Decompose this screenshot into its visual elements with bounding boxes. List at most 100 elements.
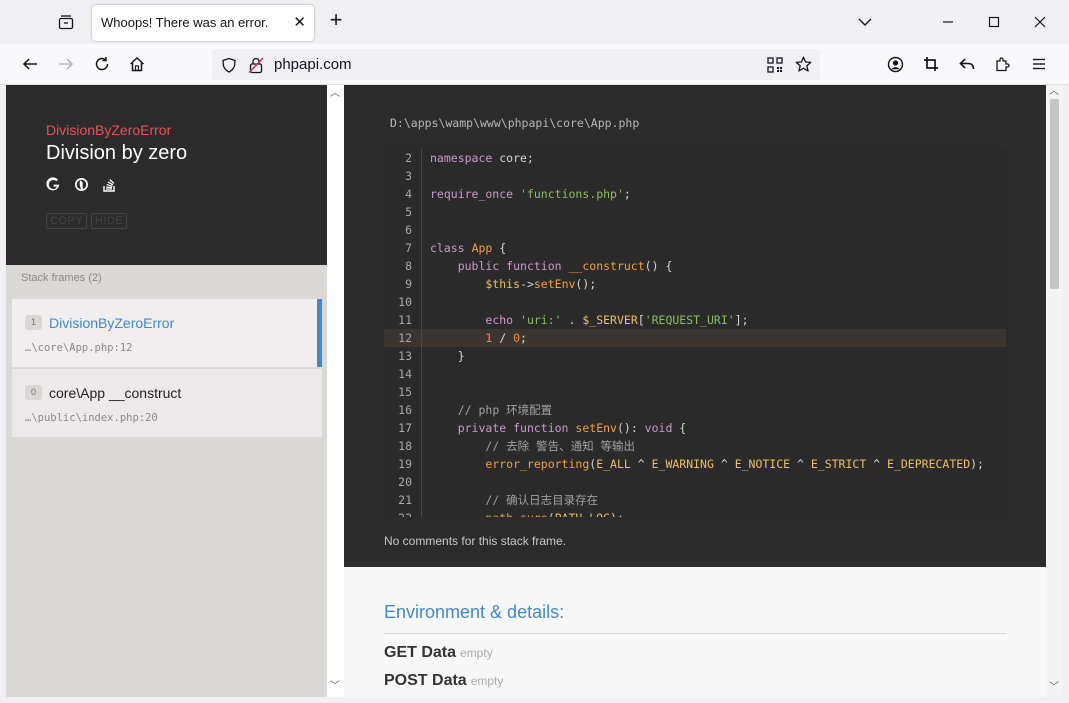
code-line: 21 // 确认日志目录存在 — [398, 491, 599, 509]
code-panel: D:\apps\wamp\www\phpapi\core\App.php 2 na… — [344, 85, 1046, 567]
frame-class: DivisionByZeroError — [49, 315, 175, 331]
forward-button[interactable] — [51, 50, 81, 78]
code-line: 2 namespace core; — [405, 149, 534, 167]
scroll-up-icon[interactable]: ︿ — [1046, 85, 1062, 99]
chevron-down-icon — [858, 18, 872, 26]
frame-index: 0 — [25, 385, 42, 400]
shield-icon — [222, 57, 236, 73]
code-line: 16 // php 环境配置 — [398, 401, 553, 419]
url-text: phpapi.com — [274, 56, 352, 73]
crop-icon — [924, 57, 938, 71]
sidebar-scrollbar[interactable]: ︿ ﹀ — [327, 85, 343, 697]
code-line: 8 public function __construct() { — [405, 257, 673, 275]
bookmark-star-icon[interactable] — [795, 56, 812, 73]
divider — [384, 633, 1006, 634]
tab-overflow-button[interactable] — [849, 8, 881, 36]
nav-toolbar: phpapi.com — [0, 44, 1069, 85]
list-all-tabs-button[interactable] — [52, 8, 80, 36]
code-line: 18 // 去除 警告、通知 等输出 — [398, 437, 636, 455]
exception-header: DivisionByZeroError Division by zero COP… — [6, 85, 327, 265]
scrollbar-thumb[interactable] — [1050, 99, 1059, 289]
code-line: 14 — [384, 365, 1006, 383]
frame-location: …\public\index.php:20 — [25, 412, 158, 424]
close-tab-icon[interactable]: ✕ — [293, 14, 306, 32]
frame-class: core\App __construct — [49, 385, 182, 401]
code-line: 6 — [384, 221, 1006, 239]
stack-frame-1[interactable]: 1 DivisionByZeroError …\core\App.php:12 — [12, 299, 322, 367]
arrow-right-icon — [59, 58, 74, 70]
google-search-icon[interactable] — [46, 177, 61, 192]
qr-code-icon[interactable] — [767, 57, 783, 73]
search-links — [46, 177, 117, 192]
post-data-section: POST Data empty — [384, 672, 504, 689]
frame-location: …\core\App.php:12 — [25, 342, 133, 354]
reload-icon — [95, 57, 109, 71]
tabs-icon — [58, 15, 74, 30]
code-line: 7 class App { — [405, 239, 507, 257]
empty-label: empty — [470, 674, 504, 688]
code-line: 4 require_once 'functions.php'; — [405, 185, 631, 203]
code-line: 13 } — [398, 347, 465, 365]
minimize-icon — [943, 21, 953, 23]
browser-window: Whoops! There was an error. ✕ + phpapi.c… — [0, 0, 1069, 703]
code-line: 20 — [384, 473, 1006, 491]
code-line: 3 — [384, 167, 1006, 185]
empty-label: empty — [460, 646, 493, 660]
close-icon — [1034, 16, 1046, 28]
hide-button[interactable]: HIDE — [91, 213, 128, 229]
reload-button[interactable] — [87, 50, 117, 78]
tab-active[interactable]: Whoops! There was an error. ✕ — [92, 5, 314, 41]
home-button[interactable] — [122, 50, 152, 78]
code-line: 11 echo 'uri:' . $_SERVER['REQUEST_URI']… — [398, 311, 749, 329]
code-line: 9 $this->setEnv(); — [405, 275, 597, 293]
reply-arrow-icon — [959, 58, 975, 70]
copy-button[interactable]: COPY — [46, 213, 88, 229]
duckduckgo-search-icon[interactable] — [74, 177, 89, 192]
new-tab-button[interactable]: + — [325, 9, 347, 33]
tab-title: Whoops! There was an error. — [101, 15, 269, 30]
arrow-left-icon — [22, 58, 37, 70]
app-menu-button[interactable] — [1024, 50, 1054, 78]
extensions-button[interactable] — [988, 50, 1018, 78]
stackoverflow-search-icon[interactable] — [102, 177, 117, 192]
page-scrollbar[interactable]: ︿ ﹀ — [1046, 85, 1063, 697]
code-view: 2 namespace core; 3 4 require_once 'functi… — [384, 149, 1006, 517]
puzzle-icon — [996, 57, 1010, 72]
environment-title: Environment & details: — [384, 602, 565, 622]
lock-insecure-icon — [248, 57, 264, 74]
file-path: D:\apps\wamp\www\phpapi\core\App.php — [390, 116, 640, 130]
exception-class: DivisionByZeroError — [46, 122, 172, 138]
home-icon — [129, 56, 145, 72]
code-line: 5 — [384, 203, 1006, 221]
account-button[interactable] — [880, 50, 910, 78]
stack-sidebar: DivisionByZeroError Division by zero COP… — [6, 85, 327, 697]
undo-button[interactable] — [952, 50, 982, 78]
stack-frame-0[interactable]: 0 core\App __construct …\public\index.ph… — [12, 369, 322, 437]
close-window-button[interactable] — [1024, 8, 1056, 36]
maximize-button[interactable] — [978, 8, 1010, 36]
tab-strip: Whoops! There was an error. ✕ + — [0, 0, 1069, 44]
back-button[interactable] — [15, 50, 45, 78]
page-content: DivisionByZeroError Division by zero COP… — [6, 85, 1063, 697]
scroll-down-icon[interactable]: ﹀ — [327, 680, 343, 694]
screenshot-button[interactable] — [916, 50, 946, 78]
active-frame-indicator — [317, 299, 322, 367]
stack-frames-header: Stack frames (2) — [21, 272, 102, 284]
maximize-icon — [988, 16, 1000, 28]
code-line-highlighted: 12 1 / 0; — [384, 329, 1006, 347]
url-bar[interactable]: phpapi.com — [212, 49, 820, 80]
hamburger-menu-icon — [1033, 58, 1045, 70]
get-data-section: GET Data empty — [384, 644, 493, 661]
exception-message: Division by zero — [46, 142, 188, 164]
minimize-button[interactable] — [932, 8, 964, 36]
scroll-down-icon[interactable]: ﹀ — [1046, 681, 1062, 695]
code-line: 15 — [384, 383, 1006, 401]
account-icon — [887, 56, 903, 72]
no-comments-text: No comments for this stack frame. — [384, 534, 567, 548]
frame-index: 1 — [25, 315, 42, 330]
code-line: 17 private function setEnv(): void { — [398, 419, 687, 437]
code-line: 10 — [384, 293, 1006, 311]
code-line: 19 error_reporting(E_ALL ^ E_WARNING ^ E… — [398, 455, 984, 473]
details-panel: D:\apps\wamp\www\phpapi\core\App.php 2 na… — [344, 85, 1046, 697]
scroll-up-icon[interactable]: ︿ — [327, 87, 343, 101]
